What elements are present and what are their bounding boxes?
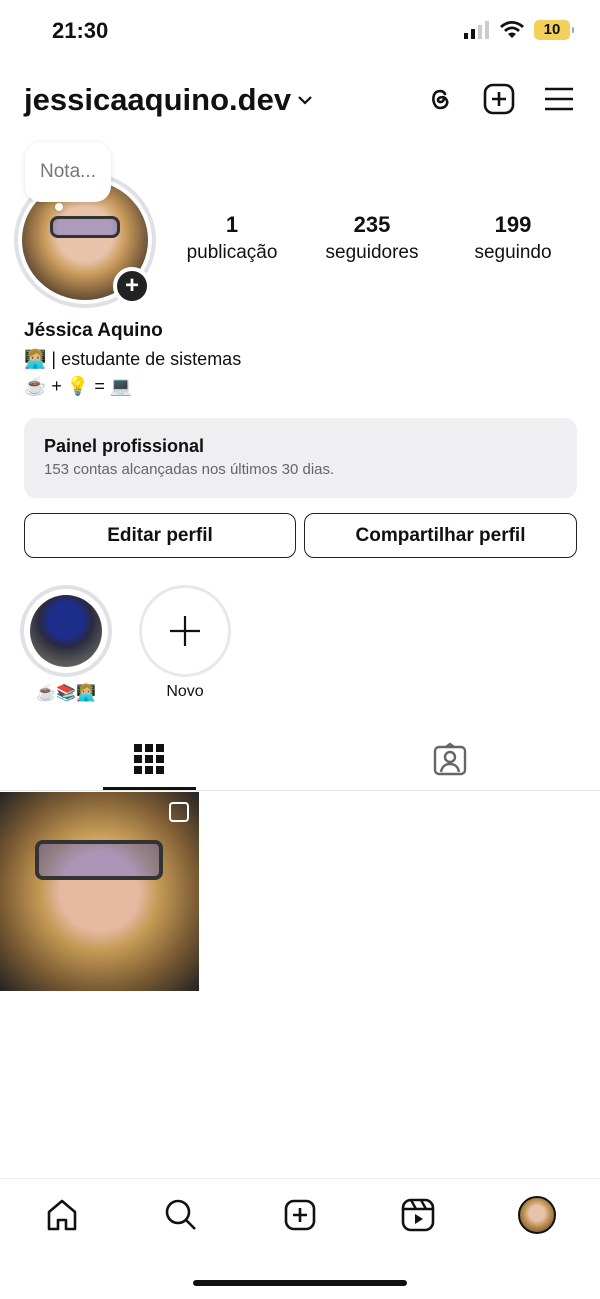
tagged-person-icon [433,742,467,776]
glasses-shape [35,840,163,880]
status-time: 21:30 [52,18,109,43]
nav-create[interactable] [280,1195,320,1235]
active-tab-indicator [103,787,196,790]
reels-icon [401,1198,435,1232]
stat-value: 1 [225,212,239,237]
stat-label: seguidores [325,242,419,263]
professional-dashboard[interactable]: Painel profissional 153 contas alcançada… [24,418,577,498]
home-icon [47,1199,77,1231]
edit-profile-button[interactable]: Editar perfil [24,513,296,558]
highlight-label: Novo [166,683,204,700]
stat-following[interactable]: 199 seguindo [448,212,578,264]
username: jessicaaquino.dev [24,82,292,117]
panel-subtitle: 153 contas alcançadas nos últimos 30 dia… [44,461,335,478]
glasses-shape [50,216,120,238]
highlight-cover [30,595,102,667]
tabs-divider [0,790,600,791]
highlight-ring [20,585,112,677]
stat-label: publicação [186,242,278,263]
threads-button[interactable] [422,82,456,116]
wifi-icon [500,21,524,38]
bottom-nav-divider [0,1178,600,1179]
note-bubble[interactable]: Nota... [25,142,111,202]
signal-icon [464,21,489,39]
share-profile-button[interactable]: Compartilhar perfil [304,513,577,558]
post-thumbnail[interactable] [0,792,199,991]
highlight-ring [139,585,231,677]
create-button[interactable] [482,82,516,116]
threads-icon [432,89,449,110]
battery-indicator: 10 [534,20,574,40]
account-switcher[interactable]: jessicaaquino.dev [24,82,313,118]
chevron-down-icon [298,96,312,105]
nav-reels[interactable] [398,1195,438,1235]
grid-icon [134,744,164,774]
plus-icon: + [124,272,139,299]
plus-icon [170,616,200,646]
hamburger-icon [545,87,573,111]
stat-followers[interactable]: 235 seguidores [307,212,437,264]
status-icons: 10 [464,20,574,40]
bio-line: 👩🏼‍💻 | estudante de sistemas [24,349,242,369]
home-indicator [193,1280,407,1286]
search-icon [165,1199,196,1230]
profile-name: Jéssica Aquino [24,320,163,341]
nav-profile[interactable] [517,1195,557,1235]
tab-tagged[interactable] [433,742,467,781]
note-tail [55,203,63,211]
menu-button[interactable] [542,82,576,116]
highlight-label: ☕📚👩🏼‍💻 [36,685,96,702]
new-highlight-button[interactable]: Novo [139,585,231,701]
stat-value: 235 [353,212,391,237]
stat-posts[interactable]: 1 publicação [167,212,297,264]
tab-grid[interactable] [134,744,164,779]
plus-square-icon [284,1199,316,1231]
bio-line: ☕ + 💡 = 💻 [24,376,133,396]
plus-square-icon [483,83,515,115]
stat-label: seguindo [474,242,552,263]
nav-home[interactable] [42,1195,82,1235]
carousel-icon [169,802,189,822]
profile-avatar-small [518,1196,556,1234]
stat-value: 199 [494,212,532,237]
panel-title: Painel profissional [44,436,205,456]
highlight-item[interactable]: ☕📚👩🏼‍💻 [20,585,112,703]
nav-search[interactable] [161,1195,201,1235]
add-story-button[interactable]: + [113,267,151,305]
